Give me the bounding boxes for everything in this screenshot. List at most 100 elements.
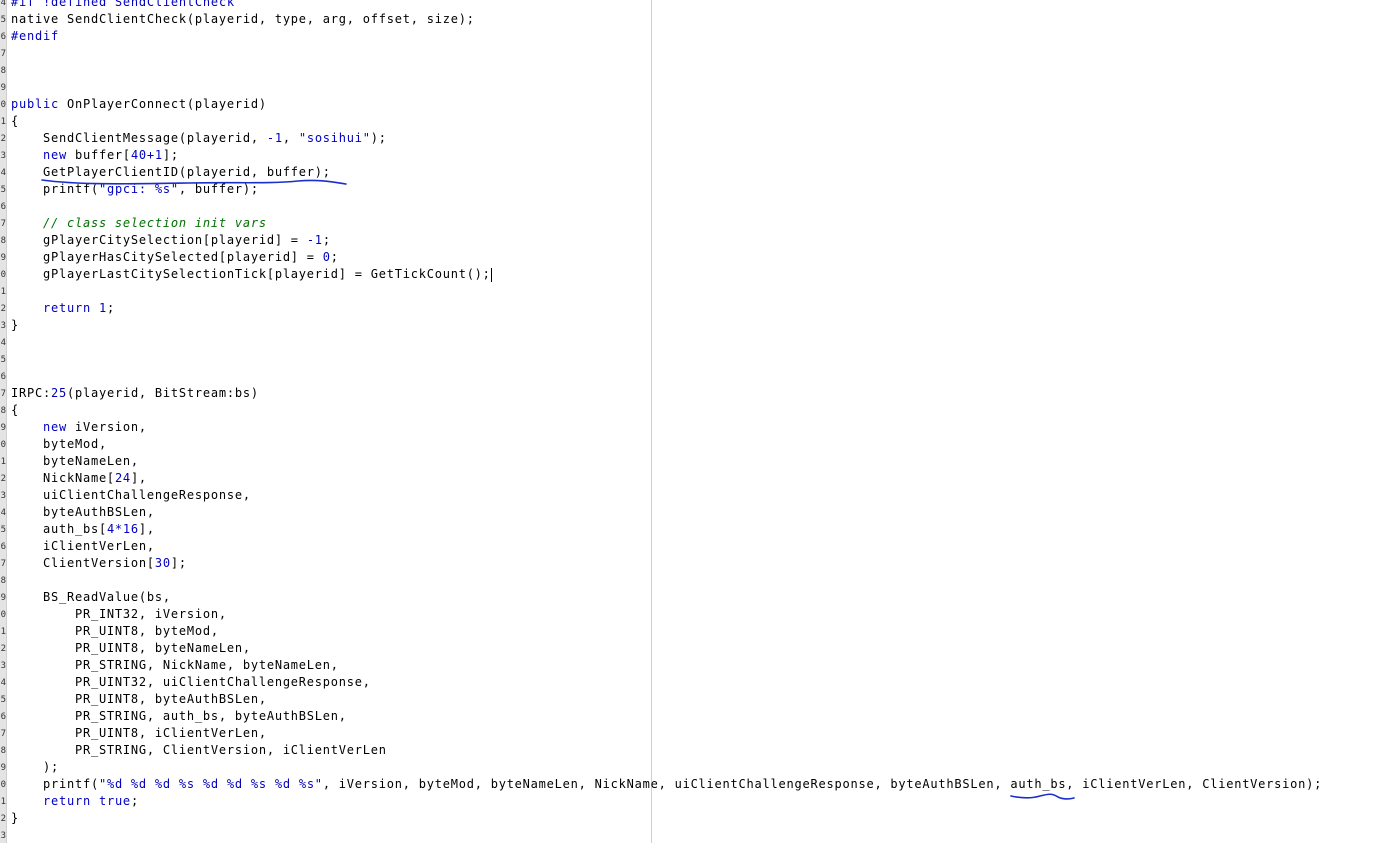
code-token: PR_UINT8, byteMod, (11, 624, 219, 638)
code-line[interactable]: NickName[24], (11, 470, 1322, 487)
code-token: printf( (11, 182, 99, 196)
code-token: 24 (114, 471, 131, 485)
code-token: return (42, 794, 91, 808)
code-token: 0 (322, 250, 331, 264)
code-line[interactable]: ClientVersion[30]; (11, 555, 1322, 572)
code-line[interactable]: #endif (11, 28, 1322, 45)
code-token: iClientVerLen, (11, 539, 155, 553)
code-token: "gpci: %s" (98, 182, 179, 196)
code-line[interactable] (11, 283, 1322, 300)
code-token: byteMod, (11, 437, 107, 451)
code-token: "%d %d %d %s %d %d %s %d %s" (98, 777, 323, 791)
code-token: PR_STRING, NickName, byteNameLen, (11, 658, 339, 672)
code-token: } (11, 318, 19, 332)
code-line[interactable] (11, 351, 1322, 368)
code-token: #if !defined SendClientCheck (11, 0, 235, 9)
code-line[interactable]: byteAuthBSLen, (11, 504, 1322, 521)
code-token: PR_STRING, auth_bs, byteAuthBSLen, (11, 709, 347, 723)
code-token: , (282, 131, 299, 145)
code-line[interactable] (11, 198, 1322, 215)
code-token: gPlayerLastCitySelectionTick[playerid] =… (11, 267, 491, 281)
code-line[interactable]: byteNameLen, (11, 453, 1322, 470)
code-line[interactable]: printf("gpci: %s", buffer); (11, 181, 1322, 198)
code-line[interactable]: printf("%d %d %d %s %d %d %s %d %s", iVe… (11, 776, 1322, 793)
code-token: SendClientMessage(playerid, (11, 131, 267, 145)
code-token: 4*16 (106, 522, 139, 536)
code-token: // class selection init vars (42, 216, 267, 230)
code-line[interactable]: PR_UINT8, iClientVerLen, (11, 725, 1322, 742)
code-line[interactable]: new iVersion, (11, 419, 1322, 436)
code-line[interactable]: byteMod, (11, 436, 1322, 453)
code-token: ; (106, 301, 115, 315)
code-line[interactable]: gPlayerLastCitySelectionTick[playerid] =… (11, 266, 1322, 283)
code-line[interactable]: return true; (11, 793, 1322, 810)
code-line[interactable]: // class selection init vars (11, 215, 1322, 232)
code-token: PR_INT32, iVersion, (11, 607, 227, 621)
code-line[interactable] (11, 62, 1322, 79)
code-line[interactable]: } (11, 810, 1322, 827)
code-token: ); (370, 131, 387, 145)
code-line[interactable]: ); (11, 759, 1322, 776)
code-token: ; (322, 233, 331, 247)
code-line[interactable]: SendClientMessage(playerid, -1, "sosihui… (11, 130, 1322, 147)
code-token: ClientVersion[ (11, 556, 155, 570)
code-line[interactable]: PR_STRING, NickName, byteNameLen, (11, 657, 1322, 674)
code-token: -1 (266, 131, 283, 145)
code-line[interactable]: #if !defined SendClientCheck (11, 0, 1322, 11)
code-line[interactable]: new buffer[40+1]; (11, 147, 1322, 164)
code-line[interactable]: public OnPlayerConnect(playerid) (11, 96, 1322, 113)
code-line[interactable]: PR_UINT8, byteAuthBSLen, (11, 691, 1322, 708)
code-line[interactable]: { (11, 113, 1322, 130)
code-line[interactable]: } (11, 317, 1322, 334)
gutter-separator (6, 0, 7, 843)
code-line[interactable]: native SendClientCheck(playerid, type, a… (11, 11, 1322, 28)
code-line[interactable] (11, 45, 1322, 62)
code-line[interactable]: PR_STRING, auth_bs, byteAuthBSLen, (11, 708, 1322, 725)
code-line[interactable] (11, 572, 1322, 589)
code-line[interactable]: iClientVerLen, (11, 538, 1322, 555)
code-line[interactable]: PR_UINT8, byteMod, (11, 623, 1322, 640)
code-token: GetPlayerClientID(playerid, buffer); (11, 165, 331, 179)
code-token: native SendClientCheck(playerid, type, a… (11, 12, 475, 26)
code-line[interactable]: BS_ReadValue(bs, (11, 589, 1322, 606)
code-editor[interactable]: #if !defined SendClientCheck native SendC… (11, 0, 1322, 844)
code-line[interactable]: PR_UINT32, uiClientChallengeResponse, (11, 674, 1322, 691)
code-token: 30 (154, 556, 171, 570)
code-line[interactable]: GetPlayerClientID(playerid, buffer); (11, 164, 1322, 181)
code-line[interactable]: gPlayerCitySelection[playerid] = -1; (11, 232, 1322, 249)
code-token: true (98, 794, 131, 808)
code-token: ]; (162, 148, 179, 162)
code-token: return (42, 301, 91, 315)
code-line[interactable] (11, 334, 1322, 351)
code-line[interactable]: uiClientChallengeResponse, (11, 487, 1322, 504)
code-token: 40+1 (130, 148, 163, 162)
code-line[interactable]: auth_bs[4*16], (11, 521, 1322, 538)
code-token: ; (130, 794, 139, 808)
code-token: #endif (11, 29, 59, 43)
code-line[interactable] (11, 827, 1322, 844)
code-token: ], (138, 522, 155, 536)
code-token: ]; (170, 556, 187, 570)
code-token: -1 (306, 233, 323, 247)
code-token: BS_ReadValue(bs, (11, 590, 171, 604)
code-token: ; (330, 250, 339, 264)
code-line[interactable]: IRPC:25(playerid, BitStream:bs) (11, 385, 1322, 402)
code-token: NickName[ (11, 471, 115, 485)
code-line[interactable]: { (11, 402, 1322, 419)
code-line[interactable]: PR_UINT8, byteNameLen, (11, 640, 1322, 657)
code-token: byteAuthBSLen, (11, 505, 155, 519)
code-token: PR_UINT8, iClientVerLen, (11, 726, 267, 740)
code-line[interactable]: return 1; (11, 300, 1322, 317)
code-line[interactable]: gPlayerHasCitySelected[playerid] = 0; (11, 249, 1322, 266)
code-line[interactable]: PR_INT32, iVersion, (11, 606, 1322, 623)
code-line[interactable] (11, 368, 1322, 385)
code-token: buffer[ (66, 148, 131, 162)
code-token: "sosihui" (298, 131, 371, 145)
code-line[interactable]: PR_STRING, ClientVersion, iClientVerLen (11, 742, 1322, 759)
code-line[interactable] (11, 79, 1322, 96)
